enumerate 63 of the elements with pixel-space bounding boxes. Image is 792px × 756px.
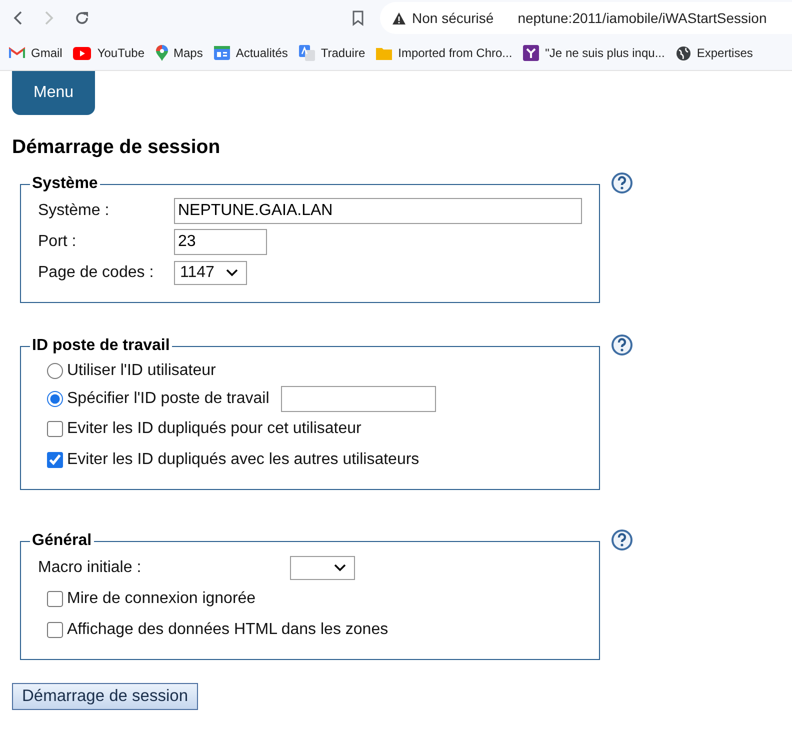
option-label: Utiliser l'ID utilisateur [67, 362, 216, 380]
radio-button[interactable] [47, 391, 63, 407]
bookmark-label: "Je ne suis plus inqu... [545, 46, 665, 60]
bookmark-item[interactable]: Maps [156, 45, 203, 61]
checkbox[interactable] [47, 590, 63, 606]
bookmark-item[interactable]: Imported from Chro... [376, 46, 512, 60]
option-label: Mire de connexion ignorée [67, 590, 256, 608]
checkbox[interactable] [47, 622, 63, 638]
folder-icon [376, 46, 392, 60]
url-text: neptune:2011/iamobile/iWAStartSession [518, 10, 767, 26]
section-title: ID poste de travail [31, 337, 171, 355]
section-title: Général [31, 532, 93, 550]
caret-icon [334, 564, 346, 572]
bookmark-item[interactable]: Actualités [214, 45, 288, 61]
bookmark-item[interactable]: Gmail [9, 46, 62, 60]
bookmark-label: Expertises [696, 46, 753, 60]
field-label: Macro initiale : [38, 558, 142, 576]
help-icon[interactable] [611, 529, 633, 551]
option-label: Affichage des données HTML dans les zones [67, 620, 388, 638]
app-icon [523, 45, 540, 61]
address-bar[interactable]: Non sécurisé neptune:2011/iamobile/iWAStartSession [380, 2, 792, 34]
caret-icon [226, 268, 238, 276]
field-label: Système : [38, 202, 110, 220]
dropdown[interactable]: 1147 [174, 260, 248, 284]
bookmark-item[interactable]: "Je ne suis plus inqu... [523, 45, 665, 61]
option-label: Eviter les ID dupliqués avec les autres utilisateurs [67, 450, 420, 468]
checkbox[interactable] [47, 452, 63, 468]
field-label: Port : [38, 232, 78, 250]
bookmark-item[interactable]: YouTube [73, 46, 144, 60]
bookmark-icon[interactable] [352, 10, 364, 26]
warning-icon [392, 12, 406, 24]
envelope-m-icon [9, 47, 25, 59]
text-field[interactable]: NEPTUNE.GAIA.LAN [174, 198, 582, 224]
option-label: Spécifier l'ID poste de travail [67, 390, 270, 408]
bookmark-label: Traduire [320, 46, 366, 60]
back-icon[interactable] [12, 10, 24, 26]
menu-button[interactable]: Menu [12, 71, 95, 115]
field-label: Page de codes : [38, 264, 155, 282]
help-icon[interactable] [611, 334, 633, 356]
text-field[interactable] [281, 386, 436, 412]
bookmark-label: Actualités [236, 46, 288, 60]
bookmark-item[interactable]: Traduire [298, 45, 366, 61]
checkbox[interactable] [47, 420, 63, 436]
start-session-button[interactable]: Démarrage de session [12, 683, 198, 710]
radio-button[interactable] [47, 363, 63, 379]
news-icon [214, 45, 230, 61]
translate-icon [298, 45, 315, 61]
bookmark-label: YouTube [97, 46, 144, 60]
map-pin-icon [156, 45, 168, 61]
bookmark-item[interactable]: Expertises [676, 46, 753, 60]
text-field[interactable]: 23 [174, 228, 267, 254]
help-icon[interactable] [611, 172, 633, 194]
section-title: Système [31, 175, 99, 193]
dropdown[interactable] [290, 556, 355, 580]
globe-icon [676, 46, 691, 60]
option-label: Eviter les ID dupliqués pour cet utilisateur [67, 420, 362, 438]
bookmark-label: Gmail [31, 46, 62, 60]
bookmark-label: Imported from Chro... [398, 46, 512, 60]
security-label: Non sécurisé [412, 10, 494, 26]
play-icon [73, 46, 92, 60]
reload-icon[interactable] [74, 10, 90, 26]
bookmark-label: Maps [174, 46, 203, 60]
page-heading: Démarrage de session [12, 135, 222, 159]
